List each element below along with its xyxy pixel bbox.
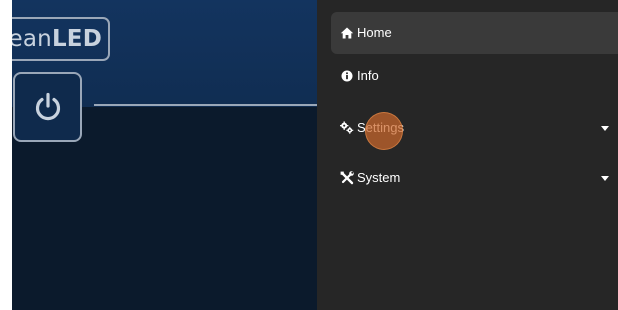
- nav-item-label: Info: [357, 68, 379, 83]
- nav-item-settings[interactable]: Settings: [331, 107, 618, 149]
- page-margin: [0, 0, 12, 310]
- nav-item-info[interactable]: Info: [331, 55, 618, 97]
- nav-item-label: Settings: [357, 120, 404, 135]
- nav-item-home[interactable]: Home: [331, 12, 618, 54]
- app-panel: ceanLED: [12, 0, 317, 310]
- home-icon: [340, 26, 354, 40]
- nav-item-label: Home: [357, 25, 392, 40]
- nav-menu: Home Info Settings System: [317, 0, 618, 310]
- chevron-down-icon: [601, 126, 609, 131]
- power-button[interactable]: [13, 72, 82, 142]
- cogs-icon: [340, 121, 354, 135]
- brand-logo-light: cean: [12, 26, 52, 52]
- nav-item-label: System: [357, 170, 401, 185]
- brand-logo-text: ceanLED: [12, 26, 102, 52]
- header-divider: [94, 104, 317, 106]
- info-icon: [340, 69, 354, 83]
- brand-logo: ceanLED: [12, 17, 110, 61]
- power-icon: [35, 92, 60, 121]
- brand-logo-bold: LED: [51, 26, 102, 52]
- tools-icon: [340, 171, 354, 185]
- nav-item-system[interactable]: System: [331, 157, 618, 199]
- chevron-down-icon: [601, 176, 609, 181]
